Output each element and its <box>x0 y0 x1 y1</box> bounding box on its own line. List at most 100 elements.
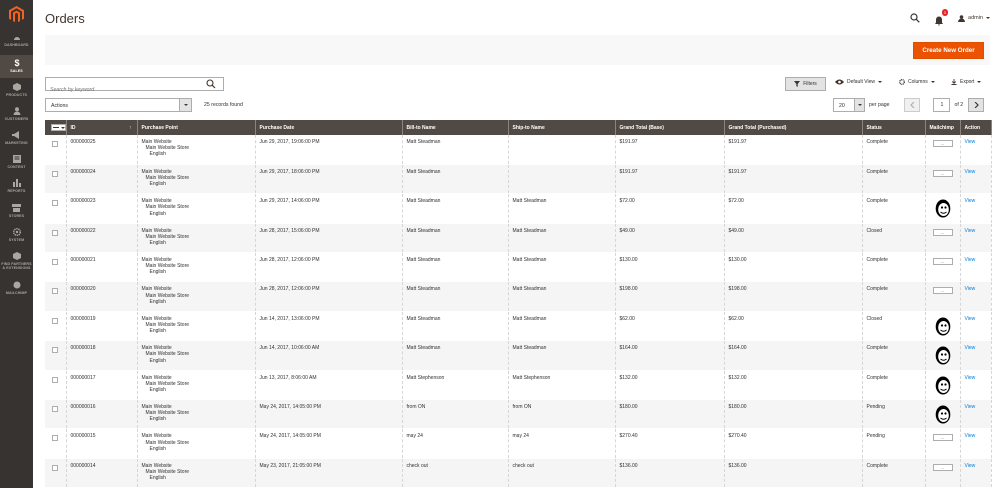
sidebar-item-partners[interactable]: FIND PARTNERS & EXTENSIONS <box>0 252 33 274</box>
view-order-link[interactable]: View <box>965 198 976 204</box>
table-row[interactable]: 000000017 Main Website Main Website Store E… <box>45 370 992 401</box>
search-input[interactable] <box>46 84 201 96</box>
sidebar-item-customers[interactable]: CUSTOMERS <box>0 107 33 125</box>
notifications-button[interactable]: 3 <box>934 9 949 26</box>
purchase-date: May 24, 2017, 14:05:00 PM <box>255 399 403 430</box>
mailchimp-sync-button[interactable]: ... <box>932 434 953 442</box>
table-row[interactable]: 000000023 Main Website Main Website Store E… <box>45 193 992 224</box>
row-checkbox[interactable] <box>52 317 58 324</box>
search-icon[interactable] <box>206 79 216 89</box>
column-header-id[interactable]: ID ↑ <box>66 120 138 135</box>
sidebar-item-reports[interactable]: REPORTS <box>0 179 33 197</box>
column-header-grand-total-purchased[interactable]: Grand Total (Purchased) <box>724 120 863 135</box>
chevron-down-icon <box>877 81 882 83</box>
table-row[interactable]: 000000014 Main Website Main Website Store E… <box>45 458 992 488</box>
total-pages: of 2 <box>954 102 964 108</box>
view-order-link[interactable]: View <box>965 463 976 469</box>
sidebar-item-system[interactable]: SYSTEM <box>0 228 33 246</box>
column-header-status[interactable]: Status <box>862 120 926 135</box>
create-new-order-button[interactable]: Create New Order <box>913 42 984 59</box>
mass-select-checkbox[interactable] <box>51 124 66 131</box>
mailchimp-sync-button[interactable]: ... <box>932 140 953 147</box>
row-select-cell <box>45 311 67 342</box>
table-row[interactable]: 000000018 Main Website Main Website Store E… <box>45 340 992 371</box>
purchase-point: Main Website Main Website Store English <box>137 135 256 165</box>
action-cell: View <box>960 252 992 283</box>
previous-page-button[interactable] <box>904 98 921 112</box>
view-order-link[interactable]: View <box>965 228 976 234</box>
per-page-toggle[interactable] <box>855 98 865 112</box>
view-order-link[interactable]: View <box>965 257 976 263</box>
table-row[interactable]: 000000020 Main Website Main Website Store E… <box>45 281 992 312</box>
table-row[interactable]: 000000016 Main Website Main Website Store E… <box>45 399 992 430</box>
current-page-input[interactable]: 1 <box>933 98 951 112</box>
view-order-link[interactable]: View <box>965 139 976 145</box>
column-header-purchase-date[interactable]: Purchase Date <box>255 120 403 135</box>
column-header-purchase-point[interactable]: Purchase Point <box>137 120 256 135</box>
row-checkbox[interactable] <box>52 376 58 383</box>
table-row[interactable]: 000000021 Main Website Main Website Store E… <box>45 252 992 283</box>
table-row[interactable]: 000000015 Main Website Main Website Store E… <box>45 428 992 459</box>
select-all-header[interactable] <box>45 120 67 135</box>
view-order-link[interactable]: View <box>965 169 976 175</box>
sidebar-item-label: MAILCHIMP <box>5 291 28 295</box>
mailchimp-sync-button[interactable]: ... <box>932 169 953 177</box>
view-order-link[interactable]: View <box>965 316 976 322</box>
view-order-link[interactable]: View <box>965 433 976 439</box>
export-selector[interactable]: Export <box>951 79 982 85</box>
sidebar-item-sales[interactable]: $ SALES <box>0 55 33 78</box>
row-checkbox[interactable] <box>52 435 58 442</box>
mailchimp-sync-button[interactable]: ... <box>932 463 953 471</box>
mass-actions-dropdown[interactable]: Actions <box>45 98 192 112</box>
row-select-cell <box>45 252 67 283</box>
ship-to-name <box>508 164 616 195</box>
table-row[interactable]: 000000022 Main Website Main Website Store E… <box>45 223 992 254</box>
per-page-select[interactable]: 20 <box>833 98 855 112</box>
sidebar-item-mailchimp[interactable]: MAILCHIMP <box>0 281 33 299</box>
row-checkbox[interactable] <box>52 200 58 207</box>
sidebar-item-stores[interactable]: STORES <box>0 204 33 222</box>
grand-total-purchased: $164.00 <box>724 340 863 371</box>
view-order-link[interactable]: View <box>965 375 976 381</box>
mailchimp-sync-button[interactable]: ... <box>932 228 953 236</box>
row-checkbox[interactable] <box>52 141 58 147</box>
view-selector[interactable]: Default View <box>835 79 882 85</box>
search-icon[interactable] <box>910 13 920 23</box>
table-row[interactable]: 000000024 Main Website Main Website Store E… <box>45 164 992 195</box>
header-actions: 3 admin <box>910 9 990 26</box>
row-checkbox[interactable] <box>52 170 58 177</box>
table-row[interactable]: 000000019 Main Website Main Website Store E… <box>45 311 992 342</box>
view-order-link[interactable]: View <box>965 345 976 351</box>
sidebar-item-dashboard[interactable]: DASHBOARD <box>0 34 33 52</box>
column-header-ship-to[interactable]: Ship-to Name <box>508 120 616 135</box>
bill-to-name: Matt Steadman <box>402 311 509 342</box>
columns-selector[interactable]: Columns <box>899 79 935 85</box>
row-checkbox[interactable] <box>52 288 58 295</box>
row-checkbox[interactable] <box>52 347 58 354</box>
row-checkbox[interactable] <box>52 464 58 471</box>
order-id: 000000018 <box>66 340 138 371</box>
column-header-mailchimp[interactable]: Mailchimp <box>925 120 961 135</box>
sidebar-item-products[interactable]: PRODUCTS <box>0 83 33 101</box>
next-page-button[interactable] <box>968 98 985 112</box>
row-checkbox[interactable] <box>52 259 58 266</box>
row-checkbox[interactable] <box>52 406 58 413</box>
admin-user-menu[interactable]: admin <box>958 14 990 22</box>
view-order-link[interactable]: View <box>965 404 976 410</box>
mailchimp-sync-button[interactable]: ... <box>932 287 953 295</box>
table-row[interactable]: 000000025 Main Website Main Website Store E… <box>45 135 992 165</box>
view-order-link[interactable]: View <box>965 286 976 292</box>
row-checkbox[interactable] <box>52 229 58 236</box>
grand-total-purchased: $49.00 <box>724 223 863 254</box>
column-header-bill-to[interactable]: Bill-to Name <box>402 120 509 135</box>
grand-total-base: $270.40 <box>615 428 725 459</box>
row-select-cell <box>45 164 67 195</box>
sidebar-item-content[interactable]: CONTENT <box>0 155 33 173</box>
filters-button[interactable]: Filters <box>785 77 826 91</box>
mailchimp-sync-button[interactable]: ... <box>932 258 953 266</box>
chevron-down-icon <box>179 99 191 111</box>
column-header-grand-total-base[interactable]: Grand Total (Base) <box>615 120 725 135</box>
sidebar-item-marketing[interactable]: MARKETING <box>0 131 33 149</box>
chevron-right-icon <box>974 102 979 108</box>
magento-logo[interactable] <box>9 6 24 23</box>
